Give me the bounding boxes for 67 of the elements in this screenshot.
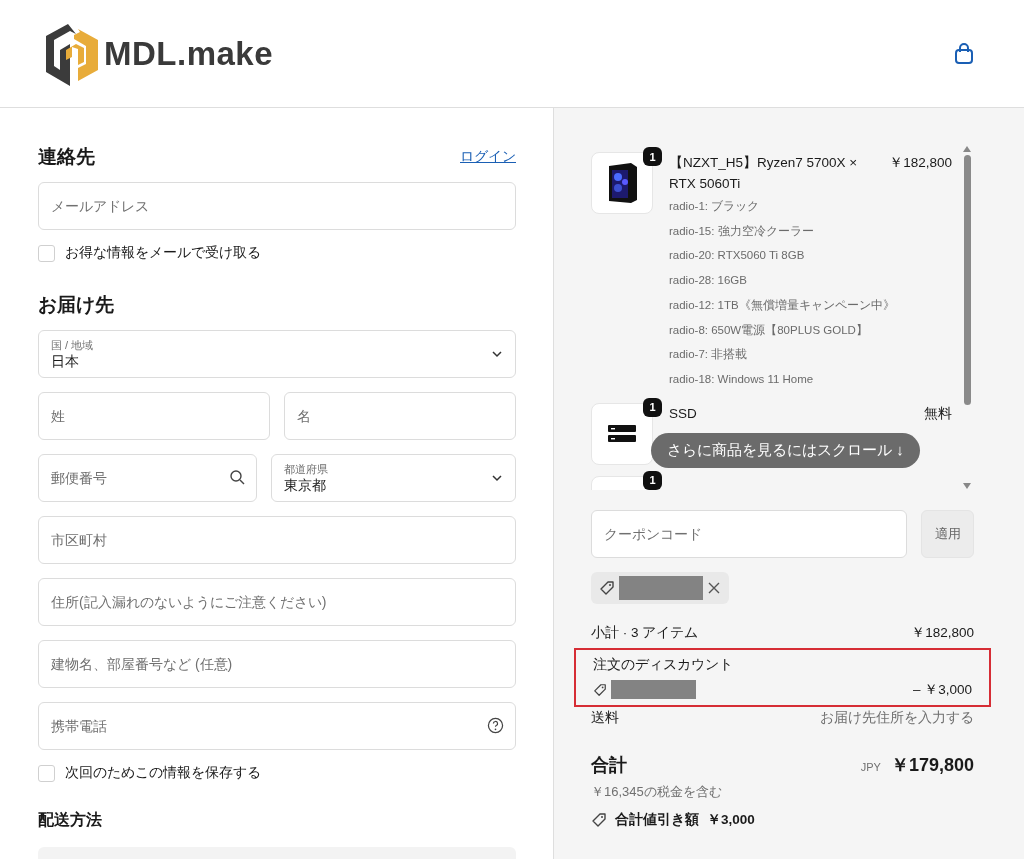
input-field[interactable]: 姓 xyxy=(38,392,270,440)
product-price: ￥182,800 xyxy=(889,154,952,172)
product-option: radio-12: 1TB《無償増量キャンペーン中》 xyxy=(669,292,952,318)
product-option: radio-20: RTX5060 Ti 8GB xyxy=(669,243,952,269)
product-option: radio-15: 強力空冷クーラー xyxy=(669,218,952,244)
logo-text: MDL.make xyxy=(104,34,274,73)
field-label: 都道府県 xyxy=(284,461,329,477)
product-option: radio-28: 16GB xyxy=(669,268,952,293)
total-label: 合計 xyxy=(591,754,627,777)
tag-icon xyxy=(599,580,615,596)
section-title: 配送方法 xyxy=(38,810,103,830)
checkbox-label: 次回のためこの情報を保存する xyxy=(65,764,261,782)
product-option: radio-1: ブラック xyxy=(669,194,952,219)
tag-icon xyxy=(591,812,607,828)
close-icon[interactable] xyxy=(707,581,721,595)
select-field[interactable]: 都道府県 東京都 xyxy=(271,454,516,502)
product-name: 【NZXT_H5】Ryzen7 5700X × RTX 5060Ti xyxy=(669,154,859,193)
input-field[interactable]: 郵便番号 xyxy=(38,454,257,502)
apply-button[interactable]: 適用 xyxy=(921,510,974,558)
quantity-badge: 1 xyxy=(643,470,662,490)
help-icon[interactable] xyxy=(487,717,504,734)
field-value: 東京都 xyxy=(284,476,327,495)
tag-icon xyxy=(593,682,607,697)
currency-code: JPY xyxy=(860,761,881,773)
select-field[interactable]: 国 / 地域 日本 xyxy=(38,330,516,378)
subtotal-value: ￥182,800 xyxy=(911,624,974,642)
product-option: radio-7: 非搭載 xyxy=(669,342,952,367)
field-value: 日本 xyxy=(51,352,80,371)
input-field[interactable]: 市区町村 xyxy=(38,516,516,564)
discount-value: – ￥3,000 xyxy=(912,680,972,699)
storage-icon xyxy=(608,424,636,443)
chevron-down-icon xyxy=(491,348,503,360)
scroll-hint: さらに商品を見るにはスクロール ↓ xyxy=(651,433,920,468)
login-link[interactable]: ログイン xyxy=(460,148,516,166)
logo-icon xyxy=(44,21,100,86)
tax-note: ￥16,345の税金を含む xyxy=(591,783,723,801)
checkbox[interactable] xyxy=(38,244,55,262)
product-price: 無料 xyxy=(924,404,952,423)
scrollbar-thumb[interactable] xyxy=(963,155,971,405)
checkbox[interactable] xyxy=(38,764,55,782)
input-field[interactable]: 名 xyxy=(284,392,516,440)
product-option: radio-18: Windows 11 Home xyxy=(669,366,952,392)
checkbox-label: お得な情報をメールで受け取る xyxy=(65,244,261,262)
section-title: 連絡先 xyxy=(38,145,95,169)
coupon-field[interactable]: クーポンコード xyxy=(591,510,907,558)
shipping-label: 送料 xyxy=(591,709,619,727)
scroll-up-icon[interactable] xyxy=(962,145,972,153)
input-field[interactable]: 建物名、部屋番号など (任意) xyxy=(38,640,516,688)
section-title: お届け先 xyxy=(38,293,114,317)
savings-label: 合計値引き額 xyxy=(615,811,699,829)
savings-value: ￥3,000 xyxy=(707,811,755,829)
input-field[interactable]: 携帯電話 xyxy=(38,702,516,750)
field-label: 国 / 地域 xyxy=(51,337,95,353)
product-name: SSD xyxy=(669,404,697,423)
scroll-down-icon[interactable] xyxy=(962,482,972,490)
shopping-bag-icon[interactable] xyxy=(954,42,974,65)
shipping-value: お届け先住所を入力する xyxy=(820,709,974,727)
subtotal-label: 小計 · 3 アイテム xyxy=(591,624,699,642)
quantity-badge: 1 xyxy=(643,147,662,166)
product-option: radio-8: 650W電源【80PLUS GOLD】 xyxy=(669,317,952,343)
total-value: ￥179,800 xyxy=(890,754,974,777)
search-icon xyxy=(229,469,245,485)
input-field[interactable]: 住所(記入漏れのないようにご注意ください) xyxy=(38,578,516,626)
quantity-badge: 1 xyxy=(643,397,662,417)
discount-label: 注文のディスカウント xyxy=(593,656,733,674)
email-field[interactable]: メールアドレス xyxy=(38,182,516,230)
chevron-down-icon xyxy=(491,472,503,484)
